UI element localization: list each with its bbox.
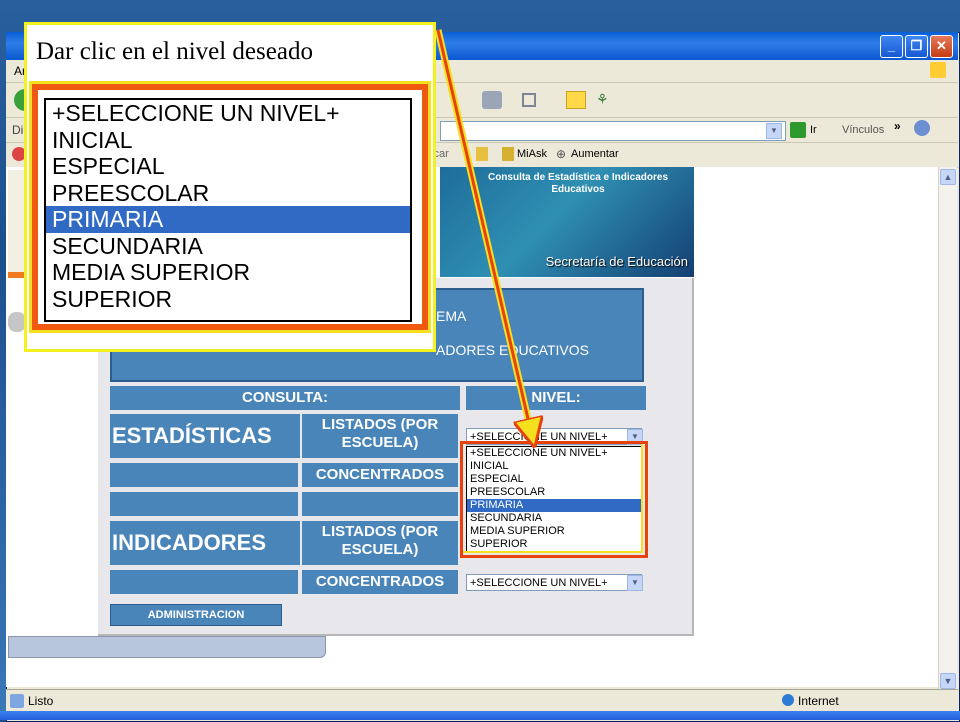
pointer-arrow	[434, 29, 960, 720]
arrow-shaft	[436, 29, 532, 436]
